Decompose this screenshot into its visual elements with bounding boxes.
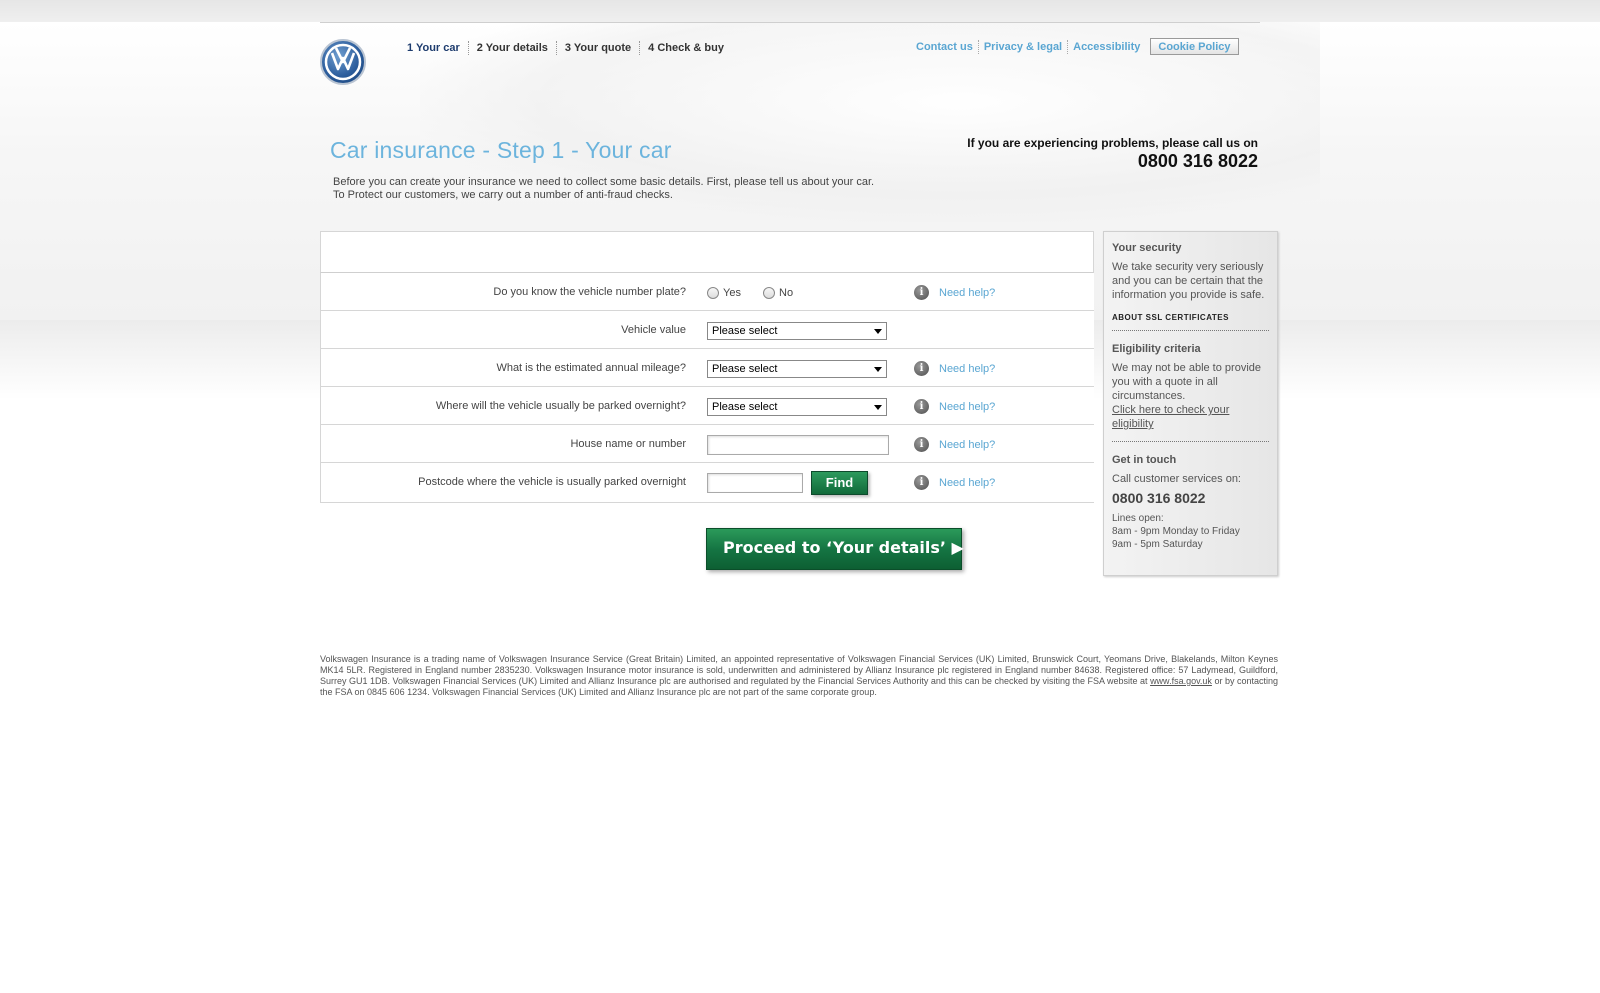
fsa-link[interactable]: www.fsa.gov.uk: [1150, 676, 1212, 686]
eligibility-text: We may not be able to provide you with a…: [1112, 362, 1261, 402]
eligibility-title: Eligibility criteria: [1112, 343, 1201, 355]
form-row-value: Vehicle value Please select: [320, 311, 1094, 349]
vehicle-value-label: Vehicle value: [621, 324, 686, 336]
form-row-parked: Where will the vehicle usually be parked…: [320, 387, 1094, 425]
intro-line-2: To Protect our customers, we carry out a…: [333, 189, 673, 201]
vehicle-value-select[interactable]: Please select: [707, 322, 887, 340]
parked-selected: Please select: [712, 401, 778, 413]
info-icon[interactable]: i: [914, 399, 929, 414]
problems-callout: If you are experiencing problems, please…: [967, 136, 1258, 172]
top-divider: [320, 22, 1260, 23]
postcode-label: Postcode where the vehicle is usually pa…: [418, 476, 686, 488]
form-row-house: House name or number i Need help?: [320, 425, 1094, 463]
mileage-help-link[interactable]: Need help?: [939, 363, 995, 375]
form-header: [320, 231, 1094, 273]
contact-section: Get in touch Call customer services on: …: [1112, 442, 1269, 561]
proceed-button[interactable]: Proceed to ‘Your details’ ▶: [706, 528, 964, 570]
parked-help-link[interactable]: Need help?: [939, 401, 995, 413]
step-your-quote: 3 Your quote: [555, 41, 639, 55]
form-row-postcode: Postcode where the vehicle is usually pa…: [320, 463, 1094, 503]
footer-legal: Volkswagen Insurance is a trading name o…: [320, 654, 1278, 698]
radio-circle: [707, 287, 719, 299]
footer-text-1: Volkswagen Insurance is a trading name o…: [320, 654, 1278, 686]
sidebar: Your security We take security very seri…: [1103, 231, 1278, 576]
cookie-policy-button[interactable]: Cookie Policy: [1150, 38, 1239, 55]
plate-yes-radio[interactable]: Yes: [707, 287, 741, 299]
progress-steps: 1 Your car 2 Your details 3 Your quote 4…: [407, 41, 732, 55]
problems-text: If you are experiencing problems, please…: [967, 136, 1258, 150]
step-check-buy: 4 Check & buy: [639, 41, 732, 55]
radio-circle: [763, 287, 775, 299]
page-title: Car insurance - Step 1 - Your car: [330, 137, 672, 163]
car-form: Do you know the vehicle number plate? Ye…: [320, 231, 1094, 503]
top-bar-background: [0, 0, 1600, 22]
plate-no-label: No: [779, 287, 794, 299]
parked-select[interactable]: Please select: [707, 398, 887, 416]
step-your-car: 1 Your car: [407, 42, 460, 54]
form-row-mileage: What is the estimated annual mileage? Pl…: [320, 349, 1094, 387]
plate-label: Do you know the vehicle number plate?: [493, 286, 686, 298]
vw-logo[interactable]: [320, 39, 366, 85]
chevron-down-icon: [874, 329, 882, 334]
house-help-link[interactable]: Need help?: [939, 439, 995, 451]
form-row-plate: Do you know the vehicle number plate? Ye…: [320, 273, 1094, 311]
top-links: Contact us Privacy & legal Accessibility…: [916, 38, 1239, 55]
eligibility-link[interactable]: Click here to check your eligibility: [1112, 403, 1269, 431]
contact-title: Get in touch: [1112, 454, 1177, 466]
info-icon[interactable]: i: [914, 437, 929, 452]
info-icon[interactable]: i: [914, 475, 929, 490]
contact-text: Call customer services on:: [1112, 473, 1241, 485]
problems-phone: 0800 316 8022: [1137, 151, 1258, 171]
plate-no-radio[interactable]: No: [763, 287, 793, 299]
hours-saturday: 9am - 5pm Saturday: [1112, 539, 1203, 550]
contact-phone: 0800 316 8022: [1112, 490, 1206, 506]
mileage-label: What is the estimated annual mileage?: [496, 362, 686, 374]
chevron-down-icon: [874, 405, 882, 410]
vw-logo-icon: [324, 43, 362, 81]
ssl-certificates-link[interactable]: ABOUT SSL CERTIFICATES: [1112, 313, 1269, 331]
intro-line-1: Before you can create your insurance we …: [333, 176, 875, 188]
vehicle-value-selected: Please select: [712, 325, 778, 337]
info-icon[interactable]: i: [914, 285, 929, 300]
parked-label: Where will the vehicle usually be parked…: [435, 400, 686, 412]
house-label: House name or number: [570, 438, 686, 450]
mileage-select[interactable]: Please select: [707, 360, 887, 378]
chevron-down-icon: [874, 367, 882, 372]
find-button[interactable]: Find: [811, 471, 868, 495]
contact-us-link[interactable]: Contact us: [916, 40, 978, 54]
lines-open: Lines open:: [1112, 513, 1164, 524]
security-text: We take security very seriously and you …: [1112, 261, 1265, 301]
intro-text: Before you can create your insurance we …: [333, 176, 874, 202]
postcode-input[interactable]: [707, 473, 803, 493]
plate-help-link[interactable]: Need help?: [939, 287, 995, 299]
privacy-legal-link[interactable]: Privacy & legal: [977, 39, 1067, 54]
accessibility-link[interactable]: Accessibility: [1067, 39, 1145, 54]
step-your-details: 2 Your details: [467, 41, 556, 55]
info-icon[interactable]: i: [914, 361, 929, 376]
hours-weekday: 8am - 9pm Monday to Friday: [1112, 526, 1240, 537]
mileage-selected: Please select: [712, 363, 778, 375]
security-title: Your security: [1112, 242, 1182, 254]
house-input[interactable]: [707, 435, 889, 455]
eligibility-section: Eligibility criteria We may not be able …: [1112, 331, 1269, 442]
postcode-help-link[interactable]: Need help?: [939, 477, 995, 489]
plate-yes-label: Yes: [723, 287, 741, 299]
page: 1 Your car 2 Your details 3 Your quote 4…: [320, 22, 1278, 702]
